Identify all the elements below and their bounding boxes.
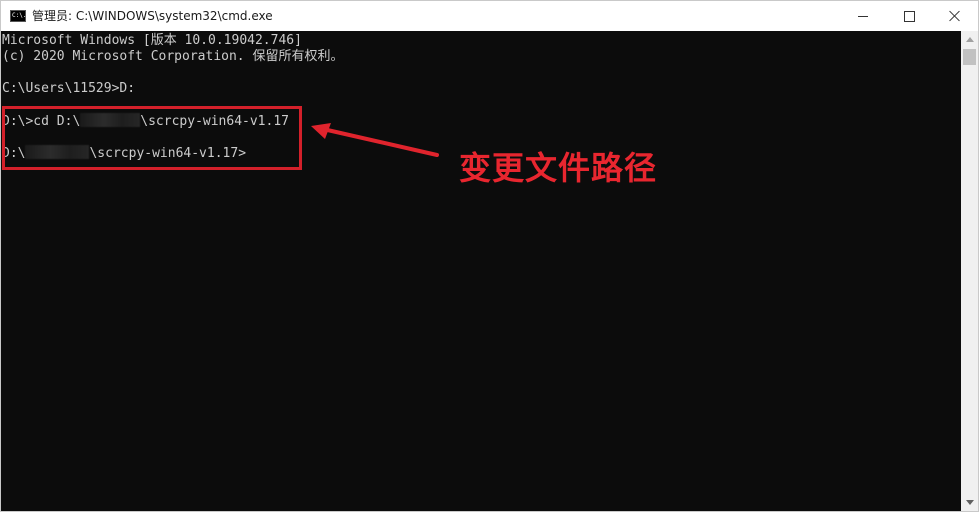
window-title: 管理员: C:\WINDOWS\system32\cmd.exe: [32, 9, 273, 23]
highlight-box: [2, 106, 302, 170]
annotation-arrow-icon: [311, 123, 439, 157]
maximize-icon: [903, 10, 915, 22]
scrollbar-thumb[interactable]: [963, 49, 976, 65]
scroll-down-button[interactable]: [961, 494, 978, 511]
maximize-button[interactable]: [886, 1, 932, 31]
scroll-up-icon: [965, 37, 974, 42]
annotation-label: 变更文件路径: [459, 149, 658, 187]
console-line-prompt-c: C:\Users\11529>D:: [2, 81, 136, 96]
title-bar[interactable]: C:\. 管理员: C:\WINDOWS\system32\cmd.exe: [1, 1, 978, 31]
cmd-icon-text: C:\.: [12, 12, 27, 19]
cmd-icon[interactable]: C:\.: [10, 10, 26, 22]
console-line-copyright: (c) 2020 Microsoft Corporation. 保留所有权利。: [2, 49, 344, 64]
close-icon: [949, 10, 961, 22]
scroll-up-button[interactable]: [961, 31, 978, 48]
vertical-scrollbar[interactable]: [961, 31, 978, 511]
console-output[interactable]: Microsoft Windows [版本 10.0.19042.746] (c…: [1, 31, 961, 511]
scroll-down-icon: [965, 500, 974, 505]
minimize-button[interactable]: [840, 1, 886, 31]
console-line-version: Microsoft Windows [版本 10.0.19042.746]: [2, 33, 302, 48]
cmd-window: C:\. 管理员: C:\WINDOWS\system32\cmd.exe Mi…: [0, 0, 979, 512]
close-button[interactable]: [932, 1, 978, 31]
minimize-icon: [858, 15, 868, 17]
